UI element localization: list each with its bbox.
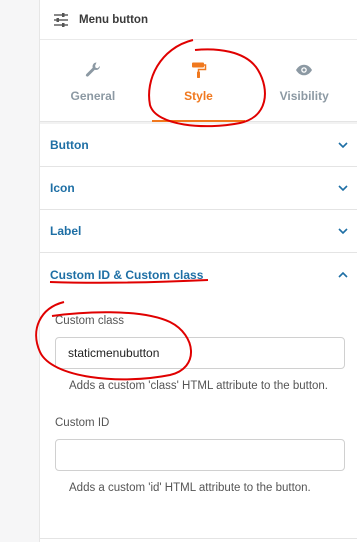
sliders-icon	[54, 12, 68, 27]
panel-bottom-border	[40, 538, 357, 542]
chevron-down-icon	[338, 142, 348, 149]
tab-style[interactable]: Style	[146, 40, 252, 122]
section-button-label: Button	[50, 138, 89, 152]
custom-id-help: Adds a custom 'id' HTML attribute to the…	[69, 482, 311, 494]
section-custom-label: Custom ID & Custom class	[50, 268, 204, 282]
chevron-up-icon	[338, 271, 348, 278]
chevron-down-icon	[338, 185, 348, 192]
section-custom[interactable]: Custom ID & Custom class	[40, 255, 357, 295]
eye-icon	[296, 64, 313, 75]
tab-general[interactable]: General	[40, 40, 146, 121]
section-label-label: Label	[50, 224, 82, 238]
custom-id-label: Custom ID	[55, 417, 110, 429]
tab-visibility-label: Visibility	[279, 88, 329, 103]
inspector-panel: Menu button General Style Visibility But…	[40, 0, 357, 542]
tab-visibility[interactable]: Visibility	[251, 40, 357, 121]
section-label[interactable]: Label	[40, 210, 357, 253]
panel-header: Menu button	[40, 0, 357, 40]
wrench-icon	[85, 62, 100, 77]
chevron-down-icon	[338, 228, 348, 235]
custom-section-body: Custom class Adds a custom 'class' HTML …	[40, 315, 357, 497]
left-gutter	[0, 0, 40, 542]
paint-roller-icon	[191, 62, 206, 78]
custom-id-input[interactable]	[55, 439, 345, 471]
custom-class-help: Adds a custom 'class' HTML attribute to …	[69, 380, 329, 392]
custom-class-label: Custom class	[55, 315, 125, 327]
tab-bar: General Style Visibility	[40, 40, 357, 122]
panel-title: Menu button	[79, 13, 148, 26]
section-icon[interactable]: Icon	[40, 167, 357, 210]
section-icon-label: Icon	[50, 181, 75, 195]
tab-style-label: Style	[184, 88, 213, 103]
custom-class-input[interactable]	[55, 337, 345, 369]
tab-general-label: General	[70, 88, 116, 103]
section-button[interactable]: Button	[40, 124, 357, 167]
